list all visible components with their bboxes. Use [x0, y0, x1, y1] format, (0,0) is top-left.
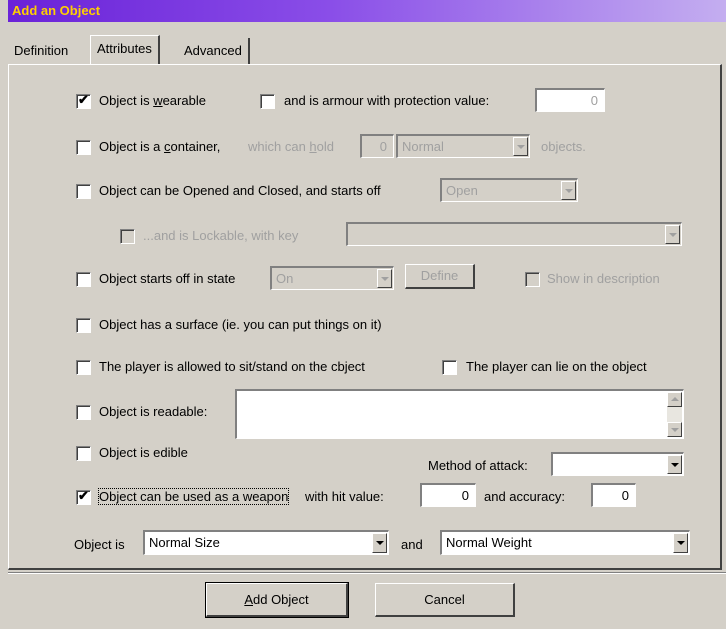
wearable-checkbox[interactable]: ✔: [76, 92, 91, 109]
edible-checkbox[interactable]: [76, 446, 91, 461]
show-description-checkbox[interactable]: [525, 272, 540, 287]
wearable-label: Object is wearable: [99, 93, 206, 108]
size-select[interactable]: Normal Size: [143, 530, 389, 555]
container-label: Object is a container,: [99, 139, 221, 154]
check-icon: ✔: [78, 92, 89, 107]
chevron-down-icon[interactable]: [665, 225, 680, 244]
show-description-label: Show in description: [547, 271, 660, 286]
startstate-label: Object starts off in state: [99, 271, 236, 286]
protection-value-input[interactable]: 0: [535, 88, 605, 112]
scroll-down-icon[interactable]: [667, 422, 682, 437]
chevron-down-icon[interactable]: [372, 533, 387, 553]
armour-checkbox[interactable]: [260, 94, 275, 109]
objects-label: objects.: [541, 139, 586, 154]
accuracy-input[interactable]: 0: [591, 483, 636, 507]
openclose-state-select[interactable]: Open: [440, 178, 578, 202]
tab-advanced[interactable]: Advanced: [178, 38, 250, 64]
openclose-checkbox[interactable]: [76, 184, 91, 199]
window-border: [0, 0, 8, 629]
lie-label: The player can lie on the object: [466, 359, 647, 374]
chevron-down-icon[interactable]: [667, 455, 682, 474]
hit-value-input[interactable]: 0: [420, 483, 476, 507]
armour-label: and is armour with protection value:: [284, 93, 490, 108]
openclose-label: Object can be Opened and Closed, and sta…: [99, 183, 381, 198]
lock-key-select[interactable]: [346, 222, 682, 246]
chevron-down-icon[interactable]: [673, 533, 688, 553]
object-is-label: Object is: [74, 537, 125, 552]
and-label: and: [401, 537, 423, 552]
readable-label: Object is readable:: [99, 404, 208, 419]
weapon-label: Object can be used as a weapon: [97, 488, 290, 505]
tab-attributes[interactable]: Attributes: [90, 35, 160, 64]
sitstand-checkbox[interactable]: [76, 360, 91, 375]
accuracy-label: and accuracy:: [484, 489, 565, 504]
readable-checkbox[interactable]: [76, 405, 91, 420]
container-count-input[interactable]: 0: [360, 134, 394, 158]
chevron-down-icon[interactable]: [377, 269, 392, 288]
surface-checkbox[interactable]: [76, 318, 91, 333]
hold-label: which can hold: [248, 139, 335, 154]
tab-definition[interactable]: Definition: [8, 38, 74, 64]
lockable-checkbox[interactable]: [120, 229, 135, 244]
attack-label: Method of attack:: [428, 458, 528, 473]
startstate-select[interactable]: On: [270, 266, 394, 290]
divider: [8, 572, 726, 574]
add-object-button[interactable]: Add Object: [205, 582, 349, 618]
cancel-button[interactable]: Cancel: [375, 583, 515, 617]
lockable-label: ...and is Lockable, with key: [143, 228, 299, 243]
container-type-select[interactable]: Normal: [396, 134, 530, 158]
check-icon: ✔: [78, 488, 89, 503]
chevron-down-icon[interactable]: [513, 137, 528, 156]
weapon-checkbox[interactable]: ✔: [76, 488, 91, 505]
vertical-scrollbar[interactable]: [667, 392, 682, 437]
define-button[interactable]: Define: [405, 264, 475, 289]
surface-label: Object has a surface (ie. you can put th…: [99, 317, 382, 332]
sitstand-label: The player is allowed to sit/stand on th…: [99, 359, 365, 374]
window-title: Add an Object: [12, 3, 101, 18]
edible-label: Object is edible: [99, 445, 188, 460]
scroll-up-icon[interactable]: [667, 392, 682, 407]
chevron-down-icon[interactable]: [561, 181, 576, 200]
container-checkbox[interactable]: [76, 140, 91, 155]
lie-checkbox[interactable]: [442, 360, 457, 375]
attack-method-select[interactable]: [551, 452, 684, 476]
weight-select[interactable]: Normal Weight: [440, 530, 690, 555]
startstate-checkbox[interactable]: [76, 272, 91, 287]
readable-text-area[interactable]: [235, 389, 684, 439]
title-bar[interactable]: Add an Object: [8, 0, 726, 22]
hit-value-label: with hit value:: [305, 489, 384, 504]
